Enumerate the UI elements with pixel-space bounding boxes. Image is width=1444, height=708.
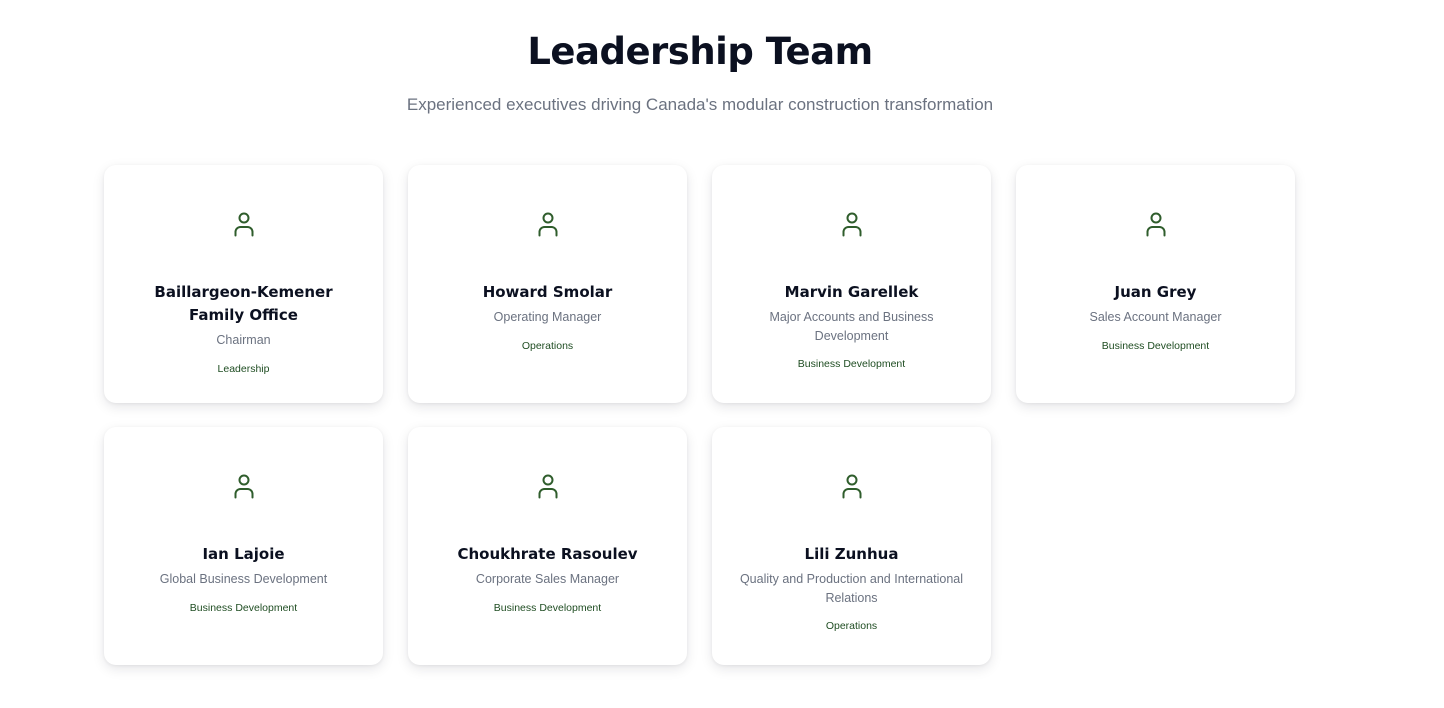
team-member-card: Baillargeon-Kemener Family Office Chairm… <box>104 165 383 403</box>
user-icon <box>1145 211 1167 237</box>
member-name: Juan Grey <box>1114 283 1197 301</box>
member-role: Global Business Development <box>159 572 328 586</box>
section-subtitle: Experienced executives driving Canada's … <box>406 95 994 114</box>
team-member-card: Juan Grey Sales Account Manager Business… <box>1016 165 1295 403</box>
member-role: Chairman <box>216 333 271 347</box>
member-department: Operations <box>521 339 574 352</box>
member-name: Howard Smolar <box>482 283 613 301</box>
team-member-card: Marvin Garellek Major Accounts and Busin… <box>712 165 991 403</box>
user-icon <box>841 473 863 499</box>
section-title: Leadership Team <box>527 30 873 73</box>
team-grid: Baillargeon-Kemener Family Office Chairm… <box>104 165 1296 665</box>
member-name: Baillargeon-Kemener Family Office <box>154 283 333 324</box>
member-department: Business Development <box>797 358 906 370</box>
user-icon <box>233 211 255 237</box>
user-icon <box>537 473 559 499</box>
member-role: Quality and Production and International… <box>739 572 964 605</box>
member-name: Ian Lajoie <box>202 545 285 563</box>
member-name: Choukhrate Rasoulev <box>457 545 638 563</box>
member-role: Operating Manager <box>493 310 602 324</box>
member-department: Business Development <box>189 601 298 614</box>
user-icon <box>841 211 863 237</box>
member-role: Major Accounts and Business Development <box>769 310 934 343</box>
member-department: Business Development <box>493 601 602 614</box>
team-member-card: Howard Smolar Operating Manager Operatio… <box>408 165 687 403</box>
member-department: Leadership <box>217 362 270 375</box>
member-name: Marvin Garellek <box>784 283 919 301</box>
user-icon <box>233 473 255 499</box>
user-icon <box>537 211 559 237</box>
member-role: Sales Account Manager <box>1089 310 1222 324</box>
team-member-card: Lili Zunhua Quality and Production and I… <box>712 427 991 665</box>
member-name: Lili Zunhua <box>804 545 899 563</box>
member-department: Business Development <box>1101 339 1210 352</box>
member-department: Operations <box>825 620 878 632</box>
team-member-card: Choukhrate Rasoulev Corporate Sales Mana… <box>408 427 687 665</box>
member-role: Corporate Sales Manager <box>475 572 620 586</box>
team-member-card: Ian Lajoie Global Business Development B… <box>104 427 383 665</box>
